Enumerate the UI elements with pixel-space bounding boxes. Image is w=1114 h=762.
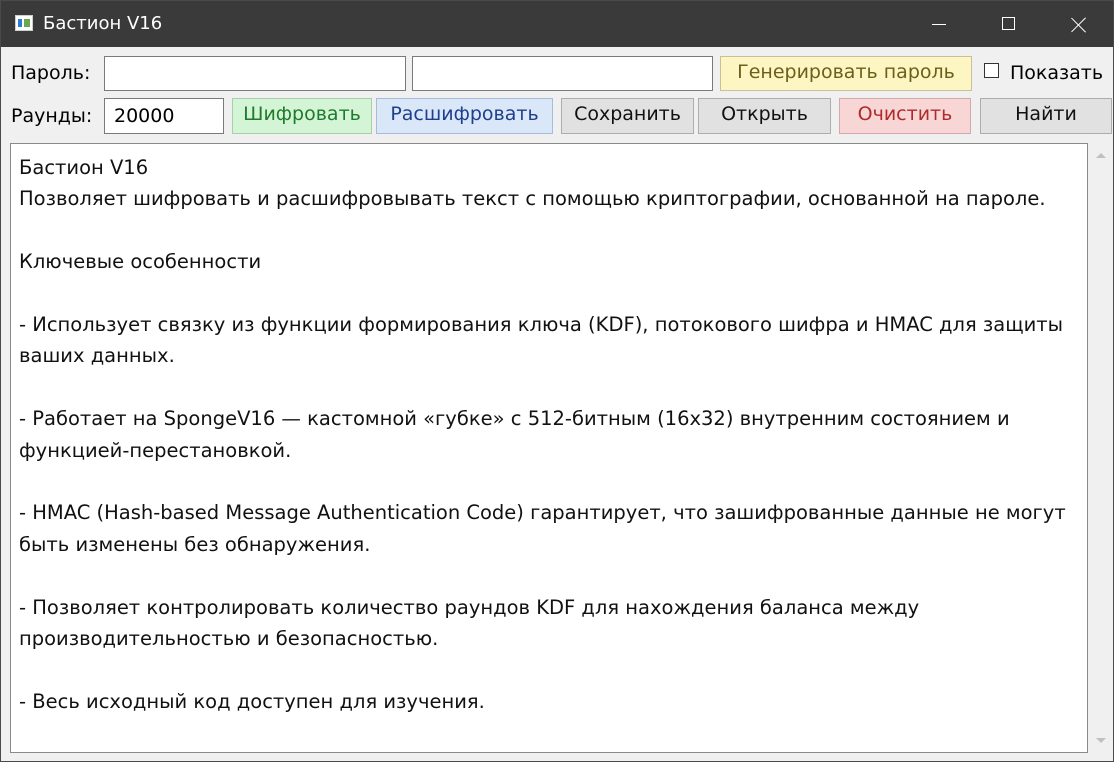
vertical-scrollbar[interactable] (1090, 143, 1112, 753)
close-icon (1071, 17, 1087, 33)
find-button[interactable]: Найти (980, 98, 1112, 134)
window-title: Бастион V16 (43, 13, 163, 34)
close-button[interactable] (1043, 1, 1113, 47)
maximize-icon (1002, 17, 1015, 30)
text-editor[interactable]: Бастион V16 Позволяет шифровать и расшиф… (10, 143, 1088, 753)
minimize-button[interactable] (903, 1, 973, 47)
scroll-up-arrow-icon[interactable] (1096, 153, 1106, 158)
decrypt-button[interactable]: Расшифровать (376, 98, 553, 134)
generate-password-button[interactable]: Генерировать пароль (720, 56, 972, 91)
app-window-icon (15, 15, 33, 31)
encrypt-button[interactable]: Шифровать (232, 98, 372, 134)
rounds-input[interactable] (104, 98, 224, 134)
show-password-label: Показать (1010, 62, 1104, 84)
title-bar[interactable]: Бастион V16 (1, 1, 1113, 47)
minimize-icon (932, 24, 946, 25)
password-input[interactable] (104, 56, 406, 91)
app-window: Бастион V16 Пароль: Генерировать пароль … (0, 0, 1114, 762)
open-button[interactable]: Открыть (698, 98, 831, 134)
rounds-label: Раунды: (11, 105, 93, 127)
editor-content[interactable]: Бастион V16 Позволяет шифровать и расшиф… (19, 152, 1069, 717)
save-button[interactable]: Сохранить (561, 98, 694, 134)
maximize-button[interactable] (973, 1, 1043, 47)
scroll-down-arrow-icon[interactable] (1096, 738, 1106, 743)
show-password-checkbox[interactable] (984, 63, 999, 78)
password-label: Пароль: (11, 62, 91, 84)
password-confirm-input[interactable] (412, 56, 713, 91)
clear-button[interactable]: Очистить (839, 98, 971, 134)
